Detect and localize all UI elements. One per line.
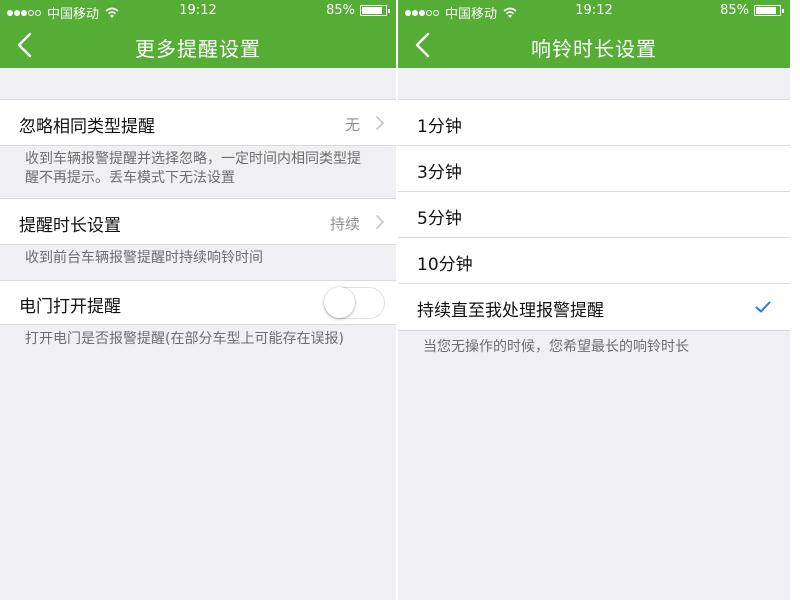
option-label: 10分钟 — [417, 255, 473, 275]
setting-description: 打开电门是否报警提醒(在部分车型上可能存在误报) — [25, 331, 344, 347]
nav-bar: 响铃时长设置 — [398, 22, 790, 68]
footer-note: 当您无操作的时候，您希望最长的响铃时长 — [423, 339, 689, 355]
chevron-right-icon — [376, 116, 384, 130]
ringtone-duration-screen: 中国移动 19:12 85% 响铃时长设置 1分钟 3分钟 5分钟 10分钟 持… — [398, 0, 790, 600]
setting-description: 收到车辆报警提醒并选择忽略，一定时间内相同类型提醒不再提示。丢车模式下无法设置 — [25, 151, 361, 186]
option-5-minutes[interactable]: 5分钟 — [398, 192, 790, 238]
battery-cap — [782, 9, 784, 13]
checkmark-icon — [755, 301, 771, 313]
option-10-minutes[interactable]: 10分钟 — [398, 238, 790, 284]
setting-reminder-duration[interactable]: 提醒时长设置 持续 — [0, 198, 396, 245]
status-bar: 中国移动 19:12 85% — [0, 0, 396, 22]
setting-description: 收到前台车辆报警提醒时持续响铃时间 — [25, 250, 263, 266]
battery-fill — [362, 7, 382, 14]
setting-label: 提醒时长设置 — [19, 216, 121, 236]
battery-fill — [756, 7, 776, 14]
option-3-minutes[interactable]: 3分钟 — [398, 146, 790, 192]
option-continuous[interactable]: 持续直至我处理报警提醒 — [398, 284, 790, 330]
option-label: 3分钟 — [417, 163, 462, 183]
setting-value: 持续 — [329, 215, 360, 233]
battery-icon — [360, 5, 390, 16]
battery-percent: 85% — [326, 3, 355, 18]
option-label: 持续直至我处理报警提醒 — [417, 301, 604, 321]
status-right: 85% — [326, 3, 390, 18]
duration-options-list: 1分钟 3分钟 5分钟 10分钟 持续直至我处理报警提醒 — [398, 99, 790, 331]
settings-content: 忽略相同类型提醒 无 收到车辆报警提醒并选择忽略，一定时间内相同类型提醒不再提示… — [0, 68, 396, 600]
setting-label: 电门打开提醒 — [19, 297, 121, 317]
chevron-right-icon — [376, 215, 384, 229]
more-reminder-settings-screen: 中国移动 19:12 85% 更多提醒设置 忽略相同类型提醒 无 收到车辆报警提… — [0, 0, 396, 600]
battery-icon — [754, 5, 784, 16]
setting-value: 无 — [344, 116, 360, 134]
page-title: 更多提醒设置 — [135, 37, 261, 61]
duration-content: 1分钟 3分钟 5分钟 10分钟 持续直至我处理报警提醒 当您无操作的时候，您希… — [398, 68, 790, 600]
option-label: 5分钟 — [417, 209, 462, 229]
toggle-knob — [324, 287, 355, 318]
ignition-reminder-toggle[interactable] — [324, 287, 385, 319]
page-title: 响铃时长设置 — [531, 37, 657, 61]
setting-label: 忽略相同类型提醒 — [19, 117, 155, 137]
option-1-minute[interactable]: 1分钟 — [398, 100, 790, 146]
status-right: 85% — [720, 3, 784, 18]
option-label: 1分钟 — [417, 117, 462, 137]
status-bar: 中国移动 19:12 85% — [398, 0, 790, 22]
nav-bar: 更多提醒设置 — [0, 22, 396, 68]
setting-ignore-same-type[interactable]: 忽略相同类型提醒 无 — [0, 99, 396, 146]
setting-ignition-reminder: 电门打开提醒 — [0, 280, 396, 325]
battery-cap — [388, 9, 390, 13]
battery-percent: 85% — [720, 3, 749, 18]
